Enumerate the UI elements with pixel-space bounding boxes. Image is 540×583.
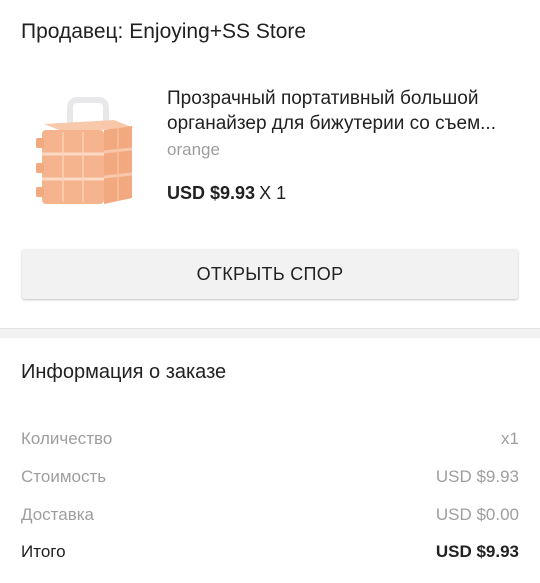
- product-title-line-1: Прозрачный портативный большой: [167, 88, 479, 109]
- order-row-label: Количество: [21, 429, 113, 448]
- order-row-shipping: Доставка USD $0.00: [21, 502, 519, 528]
- product-quantity: X 1: [259, 183, 287, 203]
- organizer-box-icon: [36, 97, 134, 204]
- order-row-label: Стоимость: [21, 467, 107, 486]
- open-dispute-button[interactable]: ОТКРЫТЬ СПОР: [22, 249, 518, 299]
- order-row-value: x1: [501, 429, 519, 448]
- seller-name[interactable]: Продавец: Enjoying+SS Store: [21, 16, 519, 48]
- product-variant: orange: [167, 140, 220, 159]
- product-price: USD $9.93: [167, 183, 256, 203]
- product-price-row: USD $9.93 X 1: [167, 181, 517, 205]
- order-row-total: Итого USD $9.93: [21, 539, 519, 565]
- product-title[interactable]: Прозрачный портативный большой органайзе…: [167, 86, 517, 136]
- order-row-label: Итого: [21, 542, 66, 561]
- order-row-cost: Стоимость USD $9.93: [21, 464, 519, 490]
- order-row-quantity: Количество x1: [21, 426, 519, 452]
- product-title-line-2: органайзер для бижутерии со съем...: [167, 113, 496, 134]
- section-divider: [0, 328, 540, 338]
- order-row-value: USD $9.93: [435, 467, 519, 486]
- order-row-value: USD $9.93: [435, 542, 519, 561]
- order-row-value: USD $0.00: [435, 505, 519, 524]
- order-info-title: Информация о заказе: [21, 361, 227, 383]
- order-row-label: Доставка: [21, 505, 95, 524]
- product-thumbnail[interactable]: [30, 94, 142, 212]
- product-info[interactable]: Прозрачный портативный большой органайзе…: [167, 86, 517, 205]
